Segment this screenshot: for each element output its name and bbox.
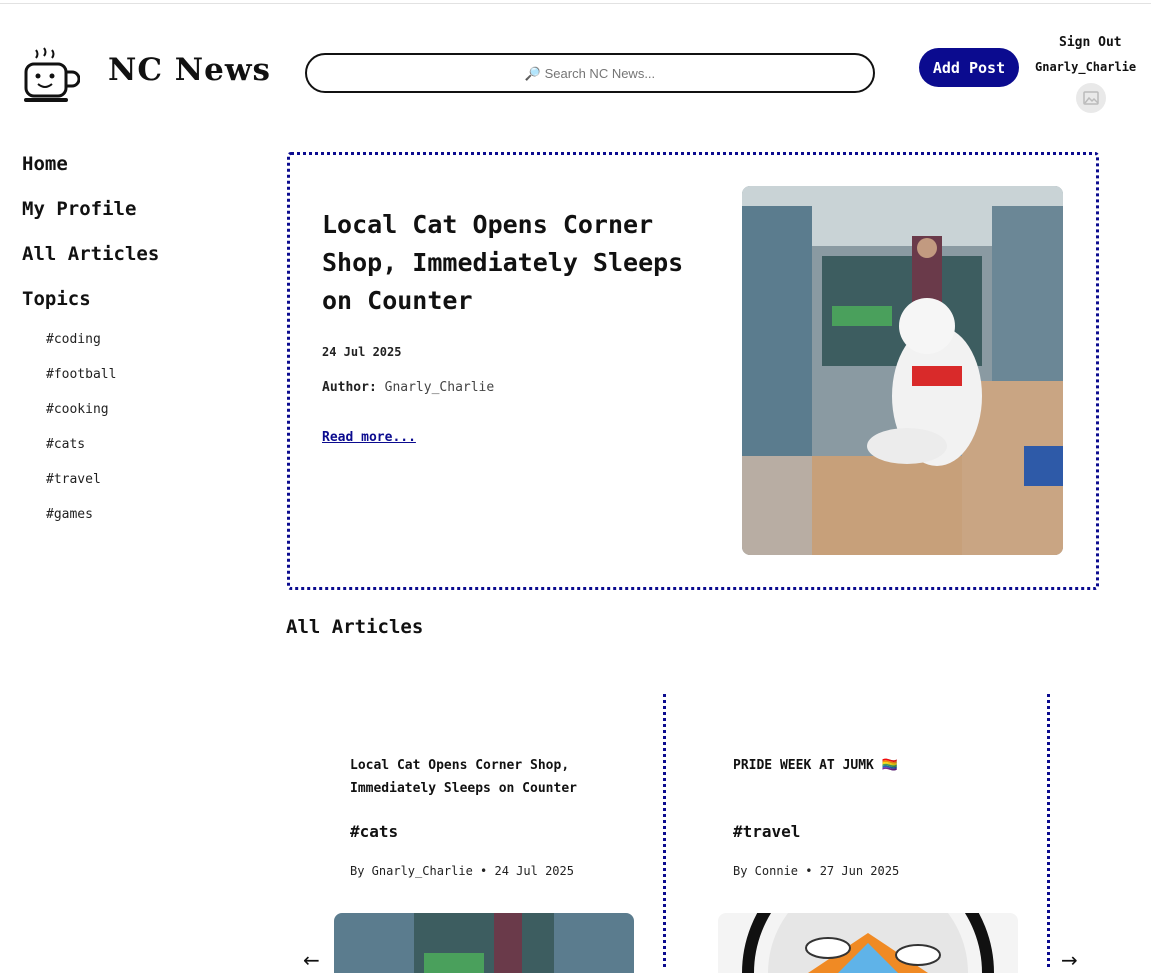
all-articles-heading: All Articles: [286, 616, 424, 638]
add-post-button[interactable]: Add Post: [919, 48, 1019, 87]
article-card-title[interactable]: PRIDE WEEK AT JUMK 🏳️‍🌈: [733, 754, 1033, 777]
topic-link-cooking[interactable]: #cooking: [46, 402, 109, 417]
current-username: Gnarly_Charlie: [1035, 60, 1137, 74]
sign-out-link[interactable]: Sign Out: [1059, 35, 1122, 50]
author-name: Gnarly_Charlie: [384, 380, 495, 395]
topic-link-travel[interactable]: #travel: [46, 472, 101, 487]
featured-article-author: Author: Gnarly_Charlie: [322, 380, 494, 395]
article-card-image[interactable]: [718, 913, 1018, 973]
sidebar-item-all-articles[interactable]: All Articles: [22, 243, 159, 265]
coffee-cup-logo-icon[interactable]: [22, 44, 81, 106]
article-card-meta: By Gnarly_Charlie • 24 Jul 2025: [350, 864, 574, 878]
card-divider: [1047, 694, 1053, 967]
read-more-link[interactable]: Read more...: [322, 430, 416, 445]
sidebar-item-my-profile[interactable]: My Profile: [22, 198, 136, 220]
topic-link-games[interactable]: #games: [46, 507, 93, 522]
site-logo-text[interactable]: NC News: [108, 52, 271, 88]
article-card-image[interactable]: [334, 913, 634, 973]
topic-link-cats[interactable]: #cats: [46, 437, 85, 452]
carousel-next-arrow-icon[interactable]: →: [1061, 948, 1078, 972]
card-divider: [663, 694, 669, 967]
article-card-title[interactable]: Local Cat Opens Corner Shop, Immediately…: [350, 754, 640, 800]
topic-link-football[interactable]: #football: [46, 367, 116, 382]
carousel-prev-arrow-icon[interactable]: ←: [303, 948, 320, 972]
topic-link-coding[interactable]: #coding: [46, 332, 101, 347]
top-divider: [0, 3, 1151, 4]
sidebar-item-home[interactable]: Home: [22, 153, 68, 175]
sidebar-item-topics[interactable]: Topics: [22, 288, 91, 310]
featured-article-image[interactable]: [742, 186, 1063, 555]
article-card-topic[interactable]: #travel: [733, 822, 800, 841]
article-card-meta: By Connie • 27 Jun 2025: [733, 864, 900, 878]
avatar[interactable]: [1076, 83, 1106, 113]
featured-article-date: 24 Jul 2025: [322, 345, 402, 359]
article-card-topic[interactable]: #cats: [350, 822, 398, 841]
image-placeholder-icon: [1083, 91, 1099, 105]
search-input[interactable]: [305, 53, 875, 93]
author-label: Author:: [322, 380, 377, 395]
featured-article-title[interactable]: Local Cat Opens Corner Shop, Immediately…: [322, 206, 722, 320]
